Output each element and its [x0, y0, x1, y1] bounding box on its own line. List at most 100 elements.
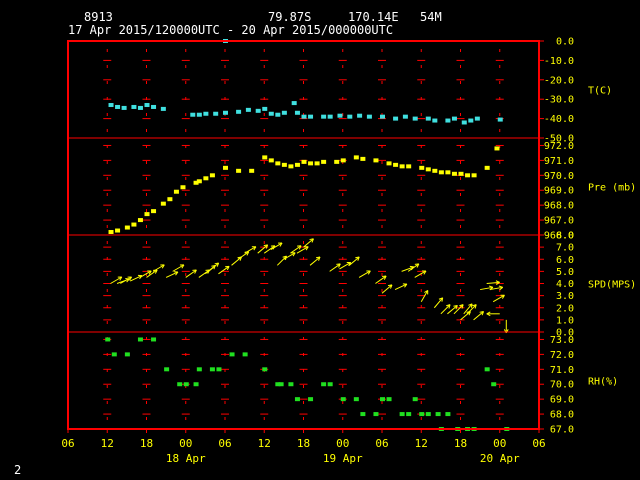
data-point — [406, 164, 412, 169]
data-point — [108, 103, 114, 108]
data-point — [111, 352, 117, 357]
data-point — [445, 412, 451, 417]
data-point — [425, 167, 431, 172]
data-point — [484, 367, 490, 372]
data-point — [347, 114, 353, 119]
x-tick-label: 06 — [61, 437, 74, 450]
data-point — [360, 156, 366, 161]
data-point — [445, 118, 451, 123]
wind-arrow — [407, 263, 420, 272]
data-point — [268, 158, 274, 163]
data-point — [494, 146, 500, 151]
data-point — [425, 116, 431, 121]
x-tick-label: 12 — [258, 437, 271, 450]
data-point — [412, 116, 418, 121]
data-point — [275, 112, 281, 117]
data-point — [275, 161, 281, 166]
x-tick-label: 00 — [493, 437, 506, 450]
data-point — [497, 117, 503, 122]
wind-arrow-head — [498, 285, 503, 288]
data-point — [124, 352, 130, 357]
data-point — [262, 155, 268, 160]
data-point — [121, 105, 127, 110]
data-point — [406, 412, 412, 417]
wind-arrow-head — [488, 285, 494, 288]
data-point — [380, 397, 385, 402]
y-tick-label: 71.0 — [550, 365, 574, 376]
y-tick-label: 967.0 — [544, 216, 574, 227]
data-point — [380, 114, 385, 119]
data-point — [435, 412, 441, 417]
data-point — [190, 112, 196, 117]
x-tick-label: 12 — [415, 437, 428, 450]
data-point — [474, 116, 480, 121]
data-point — [294, 162, 300, 167]
data-point — [288, 382, 294, 387]
x-tick-label: 06 — [532, 437, 545, 450]
data-point — [262, 367, 268, 372]
data-point — [213, 111, 219, 116]
wind-arrow — [381, 284, 393, 294]
y-tick-label: 971.0 — [544, 156, 574, 167]
data-point — [249, 168, 255, 173]
data-point — [242, 352, 248, 357]
data-point — [471, 173, 477, 178]
data-point — [412, 397, 418, 402]
data-point — [334, 159, 340, 164]
data-point — [291, 101, 297, 106]
x-tick-label: 18 — [140, 437, 153, 450]
data-point — [399, 164, 405, 169]
y-tick-label: -30.0 — [544, 95, 574, 106]
data-point — [131, 222, 137, 227]
data-point — [308, 161, 314, 166]
date-label: 18 Apr — [166, 452, 206, 465]
data-point — [216, 367, 222, 372]
data-point — [209, 367, 215, 372]
data-point — [288, 164, 294, 169]
data-point — [465, 173, 471, 178]
data-point — [196, 367, 202, 372]
x-tick-label: 18 — [454, 437, 467, 450]
data-point — [301, 159, 307, 164]
y-tick-label: -40.0 — [544, 114, 574, 125]
date-label: 19 Apr — [323, 452, 363, 465]
y-tick-label: 72.0 — [550, 350, 574, 361]
y-tick-label: 69.0 — [550, 395, 574, 406]
data-point — [124, 225, 130, 230]
data-point — [281, 162, 287, 167]
data-point — [160, 106, 166, 111]
x-tick-label: 12 — [101, 437, 114, 450]
data-point — [314, 161, 320, 166]
data-point — [294, 110, 300, 115]
y-tick-label: 70.0 — [550, 380, 574, 391]
y-tick-label: 67.0 — [550, 425, 574, 436]
y-tick-label: 970.0 — [544, 171, 574, 182]
data-point — [308, 397, 314, 402]
data-point — [245, 107, 251, 112]
data-point — [180, 185, 186, 190]
wind-arrow — [276, 255, 287, 266]
data-point — [294, 397, 300, 402]
data-point — [399, 412, 405, 417]
data-point — [386, 397, 392, 402]
data-point — [236, 109, 242, 114]
data-point — [451, 116, 457, 121]
data-point — [461, 120, 467, 125]
y-tick-label: 73.0 — [550, 335, 574, 346]
data-point — [137, 218, 143, 223]
data-point — [419, 412, 425, 417]
data-point — [196, 112, 202, 117]
data-point — [451, 171, 457, 176]
meteogram-chart: 0.0-10.0-20.0-30.0-40.0-50.0T(C)972.0971… — [61, 37, 636, 466]
data-point — [131, 104, 137, 109]
data-point — [491, 382, 497, 387]
x-tick-label: 00 — [336, 437, 349, 450]
data-point — [105, 337, 111, 342]
data-point — [425, 412, 431, 417]
data-point — [386, 161, 392, 166]
page-number: 2 — [14, 463, 22, 477]
data-point — [340, 158, 346, 163]
data-point — [445, 170, 451, 175]
y-tick-label: 5.0 — [556, 267, 574, 278]
y-tick-label: 968.0 — [544, 201, 574, 212]
